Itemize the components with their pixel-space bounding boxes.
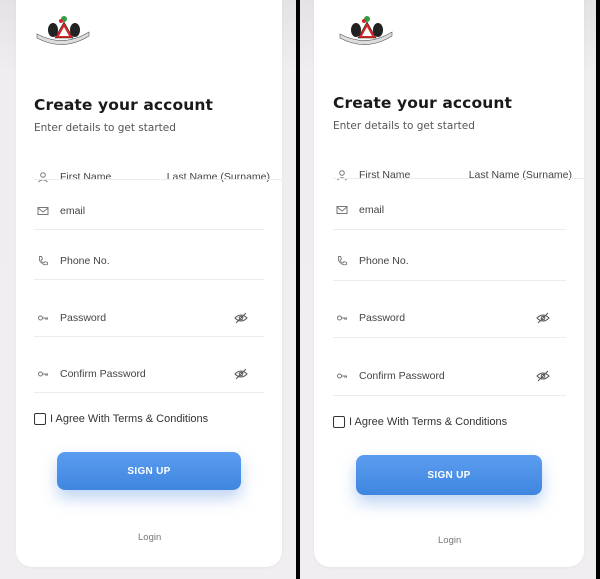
name-field[interactable]: First Name Last Name (Surname) xyxy=(333,160,572,190)
page-subtitle: Enter details to get started xyxy=(34,122,176,134)
phone-icon xyxy=(335,254,349,268)
phone-field[interactable]: Phone No. xyxy=(34,246,264,276)
mail-icon xyxy=(36,204,50,218)
key-icon xyxy=(36,367,50,381)
eye-off-icon[interactable] xyxy=(536,311,550,325)
divider xyxy=(34,392,264,393)
divider xyxy=(333,337,566,338)
login-link[interactable]: Login xyxy=(138,532,161,543)
confirm-password-input[interactable]: Confirm Password xyxy=(359,370,445,382)
password-field[interactable]: Password xyxy=(333,303,566,333)
key-icon xyxy=(335,311,349,325)
confirm-password-field[interactable]: Confirm Password xyxy=(333,361,566,391)
coat-of-arms-logo xyxy=(36,16,90,45)
password-input[interactable]: Password xyxy=(359,312,405,324)
phone-input[interactable]: Phone No. xyxy=(60,255,110,267)
last-name-input[interactable]: Last Name (Surname) xyxy=(469,169,572,181)
terms-row[interactable]: I Agree With Terms & Conditions xyxy=(34,413,208,425)
login-link[interactable]: Login xyxy=(438,535,461,546)
confirm-password-input[interactable]: Confirm Password xyxy=(60,368,146,380)
page-title: Create your account xyxy=(34,96,213,114)
divider xyxy=(333,395,566,396)
signup-button[interactable]: SIGN UP xyxy=(356,455,542,495)
name-field[interactable]: First Name Last Name (Surname) xyxy=(34,162,270,192)
divider xyxy=(34,179,282,180)
password-input[interactable]: Password xyxy=(60,312,106,324)
terms-label: I Agree With Terms & Conditions xyxy=(349,416,508,428)
user-icon xyxy=(36,170,50,184)
phone-field[interactable]: Phone No. xyxy=(333,246,566,276)
password-field[interactable]: Password xyxy=(34,303,264,333)
terms-row[interactable]: I Agree With Terms & Conditions xyxy=(333,416,507,428)
mail-icon xyxy=(335,203,349,217)
page-subtitle: Enter details to get started xyxy=(333,120,475,132)
phone-icon xyxy=(36,254,50,268)
key-icon xyxy=(36,311,50,325)
divider xyxy=(333,280,566,281)
email-input[interactable]: email xyxy=(359,204,384,216)
divider xyxy=(34,229,264,230)
phone-input[interactable]: Phone No. xyxy=(359,255,409,267)
terms-checkbox[interactable] xyxy=(333,416,345,428)
signup-button[interactable]: SIGN UP xyxy=(57,452,241,490)
eye-off-icon[interactable] xyxy=(234,367,248,381)
email-field[interactable]: email xyxy=(333,195,566,225)
left-screen: Create your account Enter details to get… xyxy=(0,0,296,579)
signup-card: Create your account Enter details to get… xyxy=(16,0,282,567)
eye-off-icon[interactable] xyxy=(536,369,550,383)
coat-of-arms-logo xyxy=(339,16,393,45)
confirm-password-field[interactable]: Confirm Password xyxy=(34,359,264,389)
user-icon xyxy=(335,168,349,182)
page-title: Create your account xyxy=(333,94,512,112)
right-screen: Create your account Enter details to get… xyxy=(300,0,596,579)
last-name-input[interactable]: Last Name (Surname) xyxy=(167,171,270,183)
divider xyxy=(333,178,584,179)
first-name-input[interactable]: First Name xyxy=(60,171,111,183)
terms-label: I Agree With Terms & Conditions xyxy=(50,413,209,425)
first-name-input[interactable]: First Name xyxy=(359,169,410,181)
divider xyxy=(34,279,264,280)
email-input[interactable]: email xyxy=(60,205,85,217)
eye-off-icon[interactable] xyxy=(234,311,248,325)
terms-checkbox[interactable] xyxy=(34,413,46,425)
signup-card: Create your account Enter details to get… xyxy=(314,0,584,567)
divider xyxy=(34,336,264,337)
email-field[interactable]: email xyxy=(34,196,264,226)
key-icon xyxy=(335,369,349,383)
divider xyxy=(333,229,566,230)
